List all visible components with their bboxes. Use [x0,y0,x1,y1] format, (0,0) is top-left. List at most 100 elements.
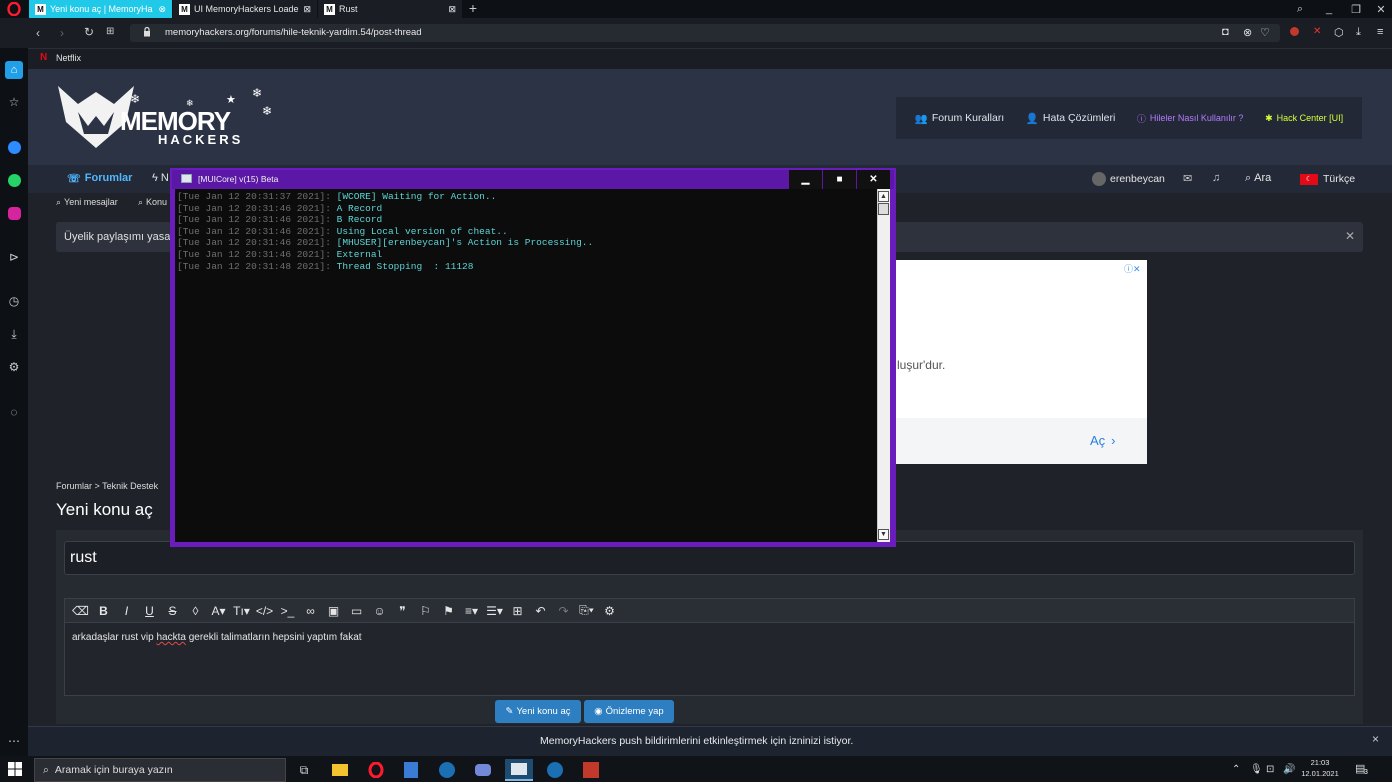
forward-icon[interactable]: › [60,26,64,40]
eraser-icon[interactable]: ⌫ [71,604,90,618]
lightbulb-icon[interactable]: ◌ [5,403,23,421]
italic-icon[interactable]: I [117,604,136,618]
windows-start-icon[interactable] [8,762,22,776]
taskbar-search[interactable]: ⌕ Aramak için buraya yazın [34,758,286,782]
nav-forums[interactable]: ☏ Forumlar [67,172,132,185]
nav-news[interactable]: ϟN [152,172,169,184]
adblock-icon[interactable]: ⊗ [1243,26,1252,39]
clock[interactable]: 21:03 12.01.2021 [1300,757,1340,782]
opera-logo-icon[interactable] [0,0,28,18]
settings-icon[interactable]: ⚙ [600,604,619,618]
how-to-use-link[interactable]: ⓘ Hileler Nasıl Kullanılır ? [1137,112,1244,125]
search-tabs-icon[interactable]: ⌕ [1287,0,1313,18]
close-window-icon[interactable]: ✕ [1370,0,1392,18]
tab-close-icon[interactable]: ⊠ [303,4,311,15]
scroll-thumb[interactable] [878,203,889,215]
video-icon[interactable]: ▭ [347,604,366,618]
flag-icon[interactable]: ⚐ [416,604,435,618]
tab-close-icon[interactable]: ⊠ [448,4,456,15]
bookmark-netflix[interactable]: Netflix [56,53,81,63]
opera-taskbar-icon[interactable] [362,759,390,781]
push-close-icon[interactable]: × [1372,732,1379,746]
find-threads-link[interactable]: ⌕ Konu [138,197,167,208]
file-explorer-icon[interactable] [326,759,354,781]
downloads-icon[interactable]: ⤓ [5,325,23,343]
spoiler-icon[interactable]: ⚑ [439,604,458,618]
post-thread-button[interactable]: ✎ Yeni konu aç [495,700,581,723]
history-icon[interactable]: ◷ [5,292,23,310]
ad-open-button[interactable]: Aç › [1090,433,1116,448]
new-messages-link[interactable]: ⌕ Yeni mesajlar [56,197,118,208]
undo-icon[interactable]: ↶ [531,604,550,618]
heart-icon[interactable]: ♡ [1260,26,1270,39]
inline-code-icon[interactable]: >_ [278,604,297,618]
player-icon[interactable]: ⊳ [5,248,23,266]
bold-icon[interactable]: B [94,604,113,618]
extension-icon[interactable] [1290,27,1299,36]
tab-rust[interactable]: M Rust ⊠ [318,0,462,18]
tab-yeni-konu[interactable]: M Yeni konu aç | MemoryHa ⊗ [29,0,172,18]
network-icon[interactable]: ⊡ [1266,764,1274,775]
app-icon[interactable] [397,759,425,781]
tab-loader[interactable]: M UI MemoryHackers Loader ⊠ [173,0,317,18]
search-link[interactable]: ⌕ Ara [1245,172,1271,185]
tab-close-icon[interactable]: ⊗ [158,4,166,15]
task-view-icon[interactable]: ⧉ [290,759,318,781]
color-icon[interactable]: ◊ [186,604,205,618]
reload-icon[interactable]: ↻ [84,25,94,39]
text-size-icon[interactable]: Tı▾ [232,604,251,618]
snapshot-icon[interactable]: ◘ [1222,26,1229,38]
language-select[interactable]: Türkçe [1323,173,1355,185]
download-icon[interactable]: ⤓ [1356,26,1361,39]
rust-game-icon[interactable] [577,759,605,781]
link-icon[interactable]: ∞ [301,604,320,618]
breadcrumb-forums[interactable]: Forumlar [56,481,92,491]
breadcrumb-teknik-destek[interactable]: Teknik Destek [102,481,158,491]
loader-taskbar-icon[interactable] [505,759,533,781]
steam-2-icon[interactable] [541,759,569,781]
console-maximize-icon[interactable]: ■ [823,170,856,189]
font-size-icon[interactable]: A▾ [209,604,228,618]
volume-icon[interactable]: 🔊 [1283,764,1295,775]
microphone-icon[interactable]: 🎙 [1250,764,1263,775]
console-close-icon[interactable]: ✕ [857,170,890,189]
home-icon[interactable]: ⌂ [5,61,23,79]
smiley-icon[interactable]: ☺ [370,604,389,618]
menu-icon[interactable]: ≡ [1377,26,1383,38]
forum-rules-link[interactable]: 👥 Forum Kuralları [915,112,1004,125]
strike-icon[interactable]: S [163,604,182,618]
hack-center-link[interactable]: ✱ Hack Center [UI] [1265,113,1343,124]
messenger-icon[interactable] [5,138,23,156]
drafts-icon[interactable]: ⎘▾ [577,603,596,618]
extension-2-icon[interactable]: ✕ [1313,26,1321,37]
restore-icon[interactable]: ❐ [1343,0,1369,18]
instagram-icon[interactable] [5,204,23,222]
whatsapp-icon[interactable] [5,171,23,189]
settings-icon[interactable]: ⚙ [5,358,23,376]
error-solutions-link[interactable]: 👤 Hata Çözümleri [1026,112,1115,125]
minimize-icon[interactable]: _ [1316,0,1342,18]
cube-icon[interactable]: ⬡ [1334,26,1344,39]
list-icon[interactable]: ☰▾ [485,604,504,618]
code-icon[interactable]: </> [255,604,274,618]
username[interactable]: erenbeycan [1110,173,1165,185]
discord-icon[interactable] [469,759,497,781]
table-icon[interactable]: ⊞ [508,604,527,618]
back-icon[interactable]: ‹ [36,26,40,40]
console-title-bar[interactable] [172,170,894,189]
underline-icon[interactable]: U [140,604,159,618]
more-icon[interactable]: ⋯ [5,732,23,750]
image-icon[interactable]: ▣ [324,604,343,618]
notice-close-icon[interactable]: ✕ [1345,229,1355,243]
steam-icon[interactable] [433,759,461,781]
redo-icon[interactable]: ↷ [554,604,573,618]
new-tab-icon[interactable]: + [465,0,481,18]
console-scrollbar[interactable] [877,189,890,542]
speed-dial-icon[interactable]: ⊞ [106,26,114,37]
align-icon[interactable]: ≡▾ [462,604,481,618]
scroll-up-icon[interactable]: ▲ [878,191,889,202]
quote-icon[interactable]: ❞ [393,604,412,618]
ad-choices-icon[interactable]: ⓘ✕ [1124,262,1141,275]
inbox-icon[interactable]: ✉ [1183,172,1192,185]
star-icon[interactable]: ☆ [5,93,23,111]
